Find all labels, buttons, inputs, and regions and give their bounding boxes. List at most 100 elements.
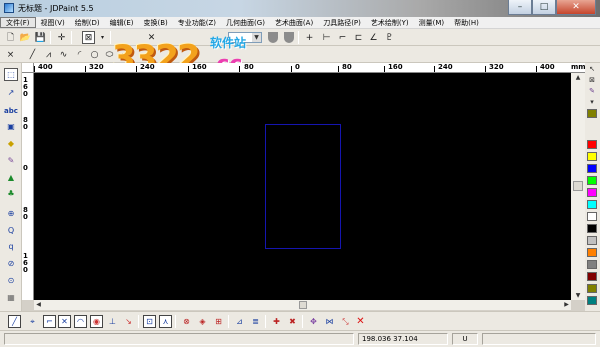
align-corner-icon[interactable]: ⌐ xyxy=(336,31,349,44)
node-join-icon[interactable]: ⋈ xyxy=(323,315,336,328)
circle-icon[interactable]: ○ xyxy=(88,48,101,61)
select-tool-icon[interactable]: ⬚ xyxy=(4,68,18,81)
eyedropper-icon[interactable]: ✎ xyxy=(587,87,597,96)
menu-art-surface[interactable]: 艺术曲面(A) xyxy=(270,17,318,28)
shield-icon[interactable] xyxy=(268,32,278,43)
scroll-up-icon[interactable]: ▲ xyxy=(571,73,585,82)
line-icon[interactable]: ╱ xyxy=(26,48,39,61)
grid-diamond-icon[interactable]: ◈ xyxy=(196,315,209,328)
menu-measure[interactable]: 测量(M) xyxy=(414,17,450,28)
snap-node-icon[interactable]: ⋏ xyxy=(159,315,172,328)
move-cross-icon[interactable]: + xyxy=(303,31,316,44)
color-swatch-blue[interactable] xyxy=(587,164,597,173)
layer-icon[interactable]: ▦ xyxy=(4,291,18,304)
mirror-icon[interactable]: ⊏ xyxy=(352,31,365,44)
snap-line-icon[interactable]: ╱ xyxy=(8,315,21,328)
snap-perpendicular-icon[interactable]: ⊥ xyxy=(106,315,119,328)
select-box-icon[interactable]: ⊠ xyxy=(82,31,95,44)
node-delete-icon[interactable]: ✖ xyxy=(286,315,299,328)
diamond-icon[interactable]: ◆ xyxy=(4,137,18,150)
snap-corner-icon[interactable]: ⌐ xyxy=(43,315,56,328)
zoom-in-icon[interactable]: Q xyxy=(4,224,18,237)
rectangle-icon[interactable]: ▭ xyxy=(119,48,132,61)
pan-icon[interactable]: ⊙ xyxy=(4,274,18,287)
menu-view[interactable]: 视图(V) xyxy=(36,17,70,28)
bounding-box-icon[interactable]: ▣ xyxy=(4,120,18,133)
align-horizontal-icon[interactable]: ⊢ xyxy=(320,31,333,44)
color-swatch[interactable] xyxy=(587,109,597,118)
color-swatch-magenta[interactable] xyxy=(587,188,597,197)
pointer-icon[interactable]: ↖ xyxy=(587,65,597,74)
color-swatch-cyan[interactable] xyxy=(587,200,597,209)
menu-professional[interactable]: 专业功能(Z) xyxy=(173,17,221,28)
text-tool-icon[interactable]: abc xyxy=(4,104,18,117)
drawn-rectangle[interactable] xyxy=(265,124,341,249)
color-swatch-gray[interactable] xyxy=(587,260,597,269)
save-icon[interactable]: 💾 xyxy=(34,31,47,44)
polyline-icon[interactable]: ⩘ xyxy=(42,48,55,61)
shield-outline-icon[interactable] xyxy=(284,32,294,43)
lasso-icon[interactable]: ♇ xyxy=(383,31,396,44)
cancel-icon[interactable]: ✕ xyxy=(354,315,367,328)
snap-point-icon[interactable]: ⊡ xyxy=(143,315,156,328)
snap-nearest-icon[interactable]: ↘ xyxy=(122,315,135,328)
zoom-all-icon[interactable]: ⊘ xyxy=(4,257,18,270)
scroll-right-icon[interactable]: ▶ xyxy=(562,300,571,309)
node-add-icon[interactable]: ✚ xyxy=(270,315,283,328)
minimize-button[interactable]: – xyxy=(508,0,532,15)
color-swatch-orange[interactable] xyxy=(587,248,597,257)
ellipse-icon[interactable]: ⬭ xyxy=(103,48,116,61)
color-swatch-olive[interactable] xyxy=(587,284,597,293)
menu-draw[interactable]: 绘制(D) xyxy=(70,17,105,28)
snap-tangent-icon[interactable]: ⌖ xyxy=(26,315,39,328)
point-icon[interactable]: × xyxy=(4,48,17,61)
color-swatch-maroon[interactable] xyxy=(587,272,597,281)
menu-transform[interactable]: 变换(B) xyxy=(139,17,173,28)
arc-icon[interactable]: ◜ xyxy=(73,48,86,61)
color-swatch-silver[interactable] xyxy=(587,236,597,245)
node-reverse-icon[interactable]: ⤡ xyxy=(339,315,352,328)
color-swatch-red[interactable] xyxy=(587,140,597,149)
layer-combo[interactable]: ▼ xyxy=(228,32,262,43)
color-swatch-green[interactable] xyxy=(587,176,597,185)
node-edit-icon[interactable]: ↗ xyxy=(4,86,18,99)
color-swatch-black[interactable] xyxy=(587,224,597,233)
menu-file[interactable]: 文件(F) xyxy=(0,17,36,28)
snap-arc-icon[interactable]: ◠ xyxy=(74,315,87,328)
tree-icon[interactable]: ♣ xyxy=(4,187,18,200)
menu-edit[interactable]: 编辑(E) xyxy=(105,17,139,28)
angle-icon[interactable]: ∠ xyxy=(367,31,380,44)
delete-icon[interactable]: ✕ xyxy=(145,31,158,44)
menu-toolpath[interactable]: 刀具路径(P) xyxy=(318,17,366,28)
zoom-out-icon[interactable]: q xyxy=(4,240,18,253)
node-break-icon[interactable]: ✥ xyxy=(307,315,320,328)
fill-icon[interactable]: ▲ xyxy=(4,171,18,184)
menu-geometry-surface[interactable]: 几何曲面(G) xyxy=(221,17,270,28)
new-file-icon[interactable]: 🗋 xyxy=(4,31,17,44)
pen-icon[interactable]: ✎ xyxy=(4,154,18,167)
crosshair-icon[interactable]: ✛ xyxy=(55,31,68,44)
drawing-canvas[interactable] xyxy=(34,73,571,300)
menu-art-drawing[interactable]: 艺术绘制(Y) xyxy=(366,17,414,28)
open-file-icon[interactable]: 📂 xyxy=(19,31,32,44)
horizontal-scrollbar[interactable]: ◀ ▶ xyxy=(34,300,571,310)
dropdown-arrow-icon[interactable]: ▾ xyxy=(96,31,109,44)
scroll-left-icon[interactable]: ◀ xyxy=(34,300,43,309)
layer-stack-icon[interactable]: ≣ xyxy=(249,315,262,328)
palette-arrow-icon[interactable]: ▾ xyxy=(587,98,597,107)
color-swatch-teal[interactable] xyxy=(587,296,597,305)
zoom-window-icon[interactable]: ⊕ xyxy=(4,207,18,220)
curve-icon[interactable]: ∿ xyxy=(57,48,70,61)
maximize-button[interactable]: □ xyxy=(532,0,556,15)
no-color-icon[interactable]: ⊠ xyxy=(587,76,597,85)
menu-help[interactable]: 帮助(H) xyxy=(449,17,484,28)
scrollbar-thumb[interactable] xyxy=(573,181,583,191)
color-swatch-yellow[interactable] xyxy=(587,152,597,161)
scroll-down-icon[interactable]: ▼ xyxy=(571,291,585,300)
scrollbar-thumb[interactable] xyxy=(299,301,307,309)
vertical-scrollbar[interactable]: ▲ ▼ xyxy=(571,73,585,300)
snap-intersect-icon[interactable]: ✕ xyxy=(58,315,71,328)
snap-center-icon[interactable]: ◉ xyxy=(90,315,103,328)
close-button[interactable]: ✕ xyxy=(556,0,596,15)
measure-icon[interactable]: ⊿ xyxy=(233,315,246,328)
